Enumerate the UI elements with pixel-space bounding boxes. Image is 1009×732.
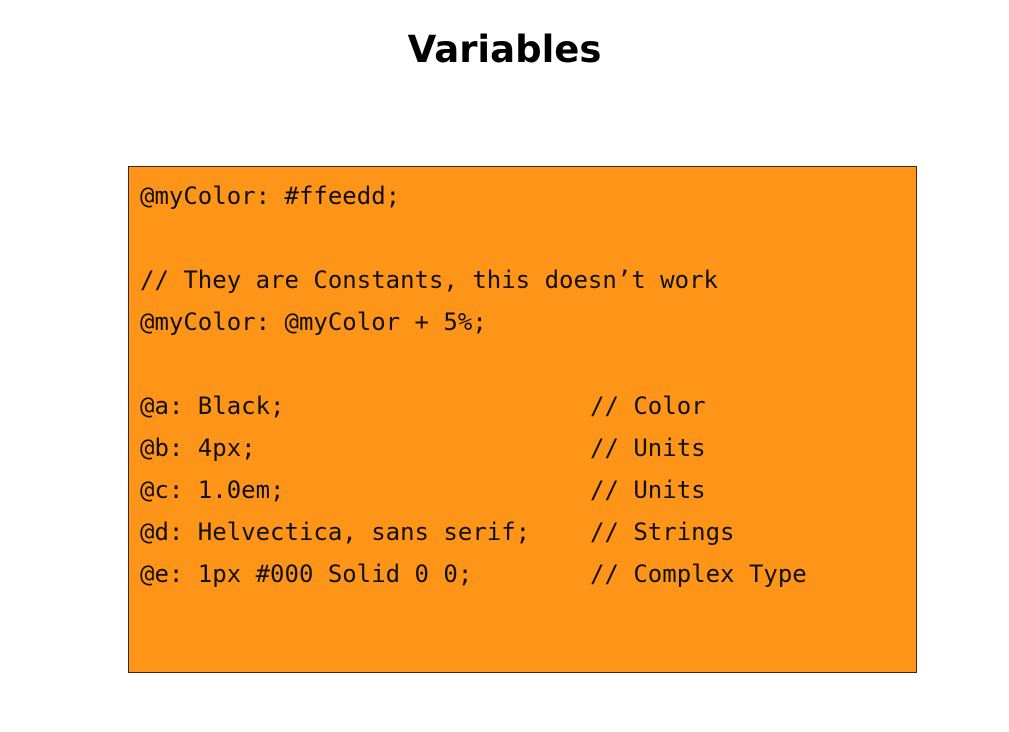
code-statement: @myColor: @myColor + 5%; [140,308,487,336]
code-comment: // Color [590,392,706,420]
code-line: @c: 1.0em; // Units [140,469,916,511]
code-statement: @e: 1px #000 Solid 0 0; [140,560,473,588]
code-line: // They are Constants, this doesn’t work [140,259,916,301]
slide-title: Variables [407,28,602,71]
code-line: @e: 1px #000 Solid 0 0; // Complex Type [140,553,916,595]
code-line: @myColor: #ffeedd; [140,175,916,217]
code-statement: @c: 1.0em; [140,476,285,504]
code-comment: // Units [590,434,706,462]
code-comment: // Strings [590,518,735,546]
code-line: @myColor: @myColor + 5%; [140,301,916,343]
code-line: @a: Black; // Color [140,385,916,427]
code-comment-line: // They are Constants, this doesn’t work [140,266,718,294]
code-comment: // Units [590,476,706,504]
code-statement: @myColor: #ffeedd; [140,182,401,210]
code-block: @myColor: #ffeedd; // They are Constants… [128,166,917,673]
code-line: @b: 4px; // Units [140,427,916,469]
code-statement: @d: Helvectica, sans serif; [140,518,531,546]
code-statement: @a: Black; [140,392,285,420]
code-line: @d: Helvectica, sans serif; // Strings [140,511,916,553]
code-statement: @b: 4px; [140,434,256,462]
code-comment: // Complex Type [590,560,807,588]
